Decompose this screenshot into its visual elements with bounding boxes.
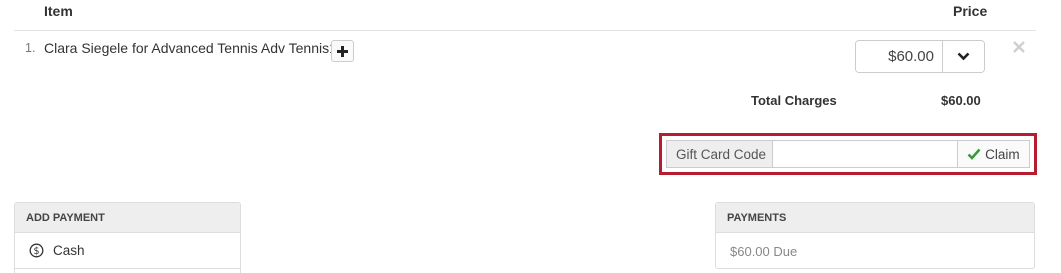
header-divider (14, 30, 1036, 31)
price-field-group (855, 40, 985, 73)
line-item-description: Clara Siegele for Advanced Tennis Adv Te… (44, 40, 337, 56)
payment-method-label: Cash (53, 243, 85, 258)
remove-item-icon[interactable] (1011, 39, 1027, 55)
dollar-circle-icon: $ (29, 243, 44, 258)
gift-card-highlight: Gift Card Code Claim (659, 133, 1037, 175)
gift-card-label: Gift Card Code (667, 141, 773, 167)
gift-card-code-input[interactable] (772, 141, 957, 167)
add-payment-header: ADD PAYMENT (15, 203, 240, 233)
check-icon (967, 148, 981, 160)
amount-due-text: $60.00 Due (730, 243, 798, 259)
chevron-down-icon (957, 52, 970, 61)
payment-method-cash[interactable]: $ Cash (15, 233, 240, 269)
payments-header: PAYMENTS (716, 203, 1034, 233)
price-dropdown-button[interactable] (942, 41, 984, 72)
item-column-header: Item (44, 3, 73, 19)
line-item-number: 1. (25, 41, 36, 55)
add-payment-panel: ADD PAYMENT $ Cash (14, 202, 241, 273)
svg-text:$: $ (33, 246, 39, 257)
total-charges-value: $60.00 (941, 93, 981, 108)
claim-label: Claim (985, 146, 1020, 162)
add-item-button[interactable] (331, 40, 354, 62)
plus-icon (337, 45, 348, 57)
price-input[interactable] (856, 41, 942, 72)
total-charges-label: Total Charges (751, 93, 837, 108)
gift-card-group: Gift Card Code Claim (666, 140, 1030, 168)
claim-button[interactable]: Claim (956, 141, 1029, 167)
price-column-header: Price (953, 3, 988, 19)
payments-panel: PAYMENTS $60.00 Due (715, 202, 1035, 269)
